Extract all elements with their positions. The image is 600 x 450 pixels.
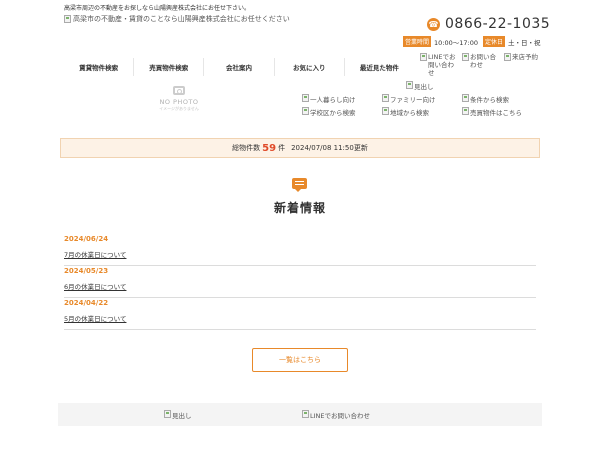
- news-date: 2024/05/23: [64, 267, 109, 275]
- search-by-area-label: 地域から検索: [390, 109, 429, 117]
- search-by-conditions[interactable]: 条件から検索: [462, 94, 542, 104]
- closed-badge: 定休日: [482, 36, 505, 47]
- footer-heading-alt: 見出し: [172, 412, 192, 420]
- line-contact-label: LINEでお問い合わせ: [428, 53, 456, 77]
- news-item: 2024/06/24 7月の休業日について: [64, 234, 536, 266]
- news-title-link[interactable]: 6月の休業日について: [64, 281, 536, 291]
- phone-contact[interactable]: ☎ 0866-22-1035: [427, 16, 550, 32]
- nav-recently-viewed[interactable]: 最近見た物件: [345, 58, 414, 76]
- broken-image-icon: [164, 410, 171, 418]
- nav-company[interactable]: 会社案内: [204, 58, 275, 76]
- search-by-area[interactable]: 地域から検索: [382, 107, 462, 117]
- nav-rent-search[interactable]: 賃貸物件検索: [64, 58, 135, 76]
- broken-image-icon: [382, 107, 389, 115]
- footer-banner-band: 見出し LINEでお問い合わせ: [58, 403, 542, 426]
- news-title-link[interactable]: 5月の休業日について: [64, 313, 536, 323]
- news-list: 2024/06/24 7月の休業日について 2024/05/23 6月の休業日に…: [64, 234, 536, 330]
- search-family-label: ファミリー向け: [390, 96, 436, 104]
- search-by-school-district[interactable]: 学校区から検索: [302, 107, 382, 117]
- phone-number: 0866-22-1035: [445, 16, 551, 32]
- news-item: 2024/04/22 5月の休業日について: [64, 298, 536, 330]
- broken-image-icon: [504, 53, 511, 61]
- site-logo-alt-text: 高梁市の不動産・賃貸のことなら山陽興産株式会社にお任せください: [73, 15, 290, 23]
- banner-heading-image: 見出し: [406, 81, 434, 91]
- search-sale-properties[interactable]: 売買物件はこちら: [462, 107, 542, 117]
- phone-icon: ☎: [427, 17, 440, 31]
- camera-icon: [173, 86, 185, 95]
- no-photo-title: NO PHOTO: [159, 98, 199, 106]
- broken-image-icon: [420, 53, 427, 61]
- no-photo-placeholder: NO PHOTO イメージがありません: [157, 86, 201, 118]
- footer-line-contact-label: LINEでお問い合わせ: [310, 412, 371, 420]
- closed-value: 土・日・祝: [508, 38, 541, 47]
- site-logo[interactable]: 高梁市の不動産・賃貸のことなら山陽興産株式会社にお任せください: [64, 14, 290, 24]
- nav-favorites[interactable]: お気に入り: [275, 58, 345, 76]
- site-tagline: 高梁市周辺の不動産をお探しなら山陽興産株式会社にお任せ下さい。: [64, 5, 251, 12]
- news-more-button[interactable]: 一覧はこちら: [252, 348, 348, 372]
- search-shortcuts: 一人暮らし向け ファミリー向け 条件から検索 学校区から検索 地域から検索 売買…: [302, 94, 542, 117]
- visit-reservation-label: 来店予約: [512, 53, 538, 61]
- search-sale-properties-label: 売買物件はこちら: [470, 109, 522, 117]
- news-item: 2024/05/23 6月の休業日について: [64, 266, 536, 298]
- property-count-updated: 2024/07/08 11:50更新: [291, 144, 368, 152]
- broken-image-icon: [64, 15, 71, 23]
- search-single-living[interactable]: 一人暮らし向け: [302, 94, 382, 104]
- property-count-unit: 件: [278, 144, 286, 152]
- property-count-bar: 総物件数 59 件 2024/07/08 11:50更新: [60, 138, 540, 158]
- broken-image-icon: [302, 410, 309, 418]
- nav-sale-search[interactable]: 売買物件検索: [134, 58, 205, 76]
- speech-bubble-icon: [292, 178, 307, 192]
- contact-link[interactable]: お問い合わせ: [462, 53, 500, 77]
- business-hours: 営業時間 10:00～17:00 定休日 土・日・祝: [403, 36, 543, 47]
- broken-image-icon: [462, 94, 469, 102]
- broken-image-icon: [382, 94, 389, 102]
- footer-line-contact-link[interactable]: LINEでお問い合わせ: [302, 410, 370, 420]
- hours-value: 10:00～17:00: [434, 38, 478, 47]
- property-count-label: 総物件数: [232, 144, 261, 152]
- broken-image-icon: [462, 107, 469, 115]
- search-by-school-district-label: 学校区から検索: [310, 109, 356, 117]
- visit-reservation-link[interactable]: 来店予約: [504, 53, 542, 77]
- broken-image-icon: [302, 107, 309, 115]
- header-sub-links: LINEでお問い合わせ お問い合わせ 来店予約: [420, 53, 542, 77]
- broken-image-icon: [462, 53, 469, 61]
- banner-heading-alt: 見出し: [414, 83, 434, 91]
- search-single-living-label: 一人暮らし向け: [310, 96, 356, 104]
- contact-label: お問い合わせ: [470, 53, 496, 69]
- hours-badge: 営業時間: [403, 36, 432, 47]
- property-count-number: 59: [262, 142, 277, 154]
- line-contact-link[interactable]: LINEでお問い合わせ: [420, 53, 458, 77]
- search-family[interactable]: ファミリー向け: [382, 94, 462, 104]
- news-date: 2024/04/22: [64, 299, 109, 307]
- footer-heading-image: 見出し: [164, 410, 192, 420]
- search-by-conditions-label: 条件から検索: [470, 96, 509, 104]
- broken-image-icon: [406, 81, 413, 89]
- global-nav: 賃貸物件検索 売買物件検索 会社案内 お気に入り 最近見た物件: [64, 58, 414, 76]
- news-date: 2024/06/24: [64, 235, 109, 243]
- broken-image-icon: [302, 94, 309, 102]
- no-photo-subtitle: イメージがありません: [159, 106, 199, 111]
- news-title-link[interactable]: 7月の休業日について: [64, 249, 536, 259]
- news-heading: 新着情報: [273, 201, 326, 215]
